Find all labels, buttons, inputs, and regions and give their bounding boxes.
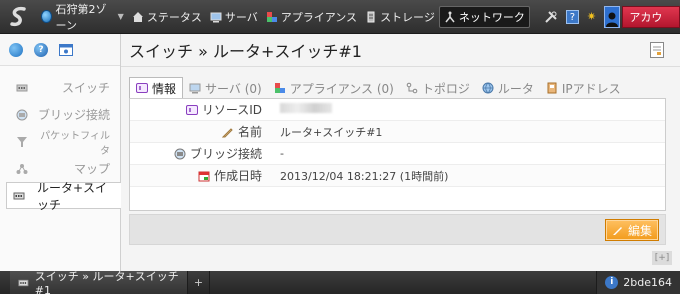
nav-status[interactable]: ステータス [128,6,206,28]
main-panel: スイッチ » ルータ+スイッチ#1 情報 サーバ (0) アプライアンス (0)… [121,34,680,271]
map-icon [16,163,28,174]
home-icon [132,11,143,22]
refresh-icon[interactable] [9,42,23,57]
pencil-icon [221,127,233,137]
bridge-icon [174,148,186,159]
nav-appliance[interactable]: アプライアンス [262,6,361,28]
info-icon: i [605,276,619,289]
info-table: リソースID 名前 ルータ+スイッチ#1 ブリッジ接続 - 作成日時 2013/… [129,98,666,211]
chevron-down-icon: ▼ [117,12,124,21]
switch-icon [16,84,28,91]
table-row: ブリッジ接続 - [130,143,665,165]
expand-toggle[interactable]: [+] [652,251,672,265]
nav-server-label: サーバ [224,10,258,24]
bridge-icon [16,109,28,120]
window-tab-label: スイッチ » ルータ+スイッチ#1 [34,270,179,294]
table-row: 名前 ルータ+スイッチ#1 [130,121,665,143]
bottom-taskbar: スイッチ » ルータ+スイッチ#1 + i 2bde164 [0,270,680,294]
logo-icon[interactable] [6,4,33,30]
help-circle-icon[interactable]: ? [34,42,48,57]
sidebar-item-label: パケットフィルタ [40,130,110,157]
network-icon [445,11,455,22]
sidebar-toolbar: ? [0,34,120,66]
calendar-icon [198,171,210,181]
pencil-icon [612,227,622,235]
tab-label: サーバ (0) [205,81,262,96]
appliance-icon [266,11,277,22]
edit-button-label: 編集 [627,223,652,238]
tab-router[interactable]: ルータ [476,77,540,99]
help-icon[interactable]: ? [565,9,579,24]
tab-strip: 情報 サーバ (0) アプライアンス (0) トポロジ ルータ IPアドレス [129,77,627,99]
zone-selector[interactable]: 石狩第2ゾーン ▼ [37,3,128,32]
server-icon [210,12,222,22]
session-id: 2bde164 [623,276,672,289]
id-card-icon [185,104,198,115]
action-bar: 編集 [129,214,666,245]
sidebar-item-label: スイッチ [61,81,110,95]
tab-topology[interactable]: トポロジ [400,77,476,99]
tab-label: トポロジ [421,81,470,96]
window-icon[interactable] [59,43,73,56]
nav-storage[interactable]: ストレージ [361,6,439,28]
tab-server[interactable]: サーバ (0) [183,77,268,99]
tools-icon[interactable] [544,10,558,24]
user-icon [604,5,621,28]
tab-label: 情報 [152,81,177,96]
tab-appliance[interactable]: アプライアンス (0) [268,77,400,99]
sidebar-item-label: マップ [73,162,110,176]
account-button[interactable]: アカウント [622,5,680,46]
appliance-icon [274,83,285,93]
tab-info[interactable]: 情報 [129,77,184,99]
document-icon[interactable] [650,42,664,58]
field-key: リソースID [201,103,262,117]
router-globe-icon [482,82,494,94]
nav-appliance-label: アプライアンス [280,10,358,24]
sidebar-item-switch[interactable]: スイッチ [0,74,120,101]
nav-network[interactable]: ネットワーク [438,5,530,28]
zone-label: 石狩第2ゾーン [55,2,107,32]
address-book-icon [547,82,557,94]
field-key: 作成日時 [213,169,262,183]
tab-label: IPアドレス [561,81,621,96]
edit-button[interactable]: 編集 [605,219,659,241]
filter-icon [17,136,27,147]
table-row: 作成日時 2013/12/04 18:21:27 (1時間前) [130,165,665,187]
sidebar-item-label: ブリッジ接続 [37,108,110,122]
nav-status-label: ステータス [146,10,202,24]
tab-label: アプライアンス (0) [289,81,394,96]
created-at-value: 2013/12/04 18:21:27 (1時間前) [280,169,449,183]
sidebar-item-router-switch[interactable]: ルータ+スイッチ [6,181,121,212]
nav-storage-label: ストレージ [380,10,435,24]
topology-icon [406,82,418,94]
field-key: ブリッジ接続 [189,147,262,161]
info-card-icon [136,83,148,93]
storage-icon [367,11,375,22]
window-tab[interactable]: スイッチ » ルータ+スイッチ#1 [10,270,188,294]
nav-network-label: ネットワーク [458,10,525,24]
page-title: スイッチ » ルータ+スイッチ#1 [129,42,362,61]
star-icon[interactable]: ✷ [587,10,596,23]
account-menu[interactable]: アカウント [604,5,680,46]
field-key: 名前 [237,125,262,139]
add-tab-button[interactable]: + [188,271,210,294]
table-row: リソースID [130,99,665,121]
router-switch-icon [13,192,25,199]
sidebar-item-bridge[interactable]: ブリッジ接続 [0,101,120,128]
bridge-value: - [280,147,284,160]
top-navbar: 石狩第2ゾーン ▼ ステータス サーバ アプライアンス ストレージ ネットワーク… [0,0,680,46]
session-info[interactable]: i 2bde164 [596,271,680,294]
tab-label: ルータ [497,81,534,96]
globe-icon [40,10,52,23]
nav-server[interactable]: サーバ [206,6,262,28]
tab-ip-address[interactable]: IPアドレス [540,77,627,99]
server-icon [189,83,201,94]
sidebar-item-label: ルータ+スイッチ [37,180,108,212]
title-bar: スイッチ » ルータ+スイッチ#1 [121,34,680,67]
resource-id-value [280,103,332,113]
switch-icon [18,279,29,286]
name-value: ルータ+スイッチ#1 [280,125,383,139]
sidebar: ? スイッチ ブリッジ接続 パケットフィルタ マップ ルータ+スイッチ [0,34,121,271]
sidebar-item-packet-filter[interactable]: パケットフィルタ [0,128,120,157]
